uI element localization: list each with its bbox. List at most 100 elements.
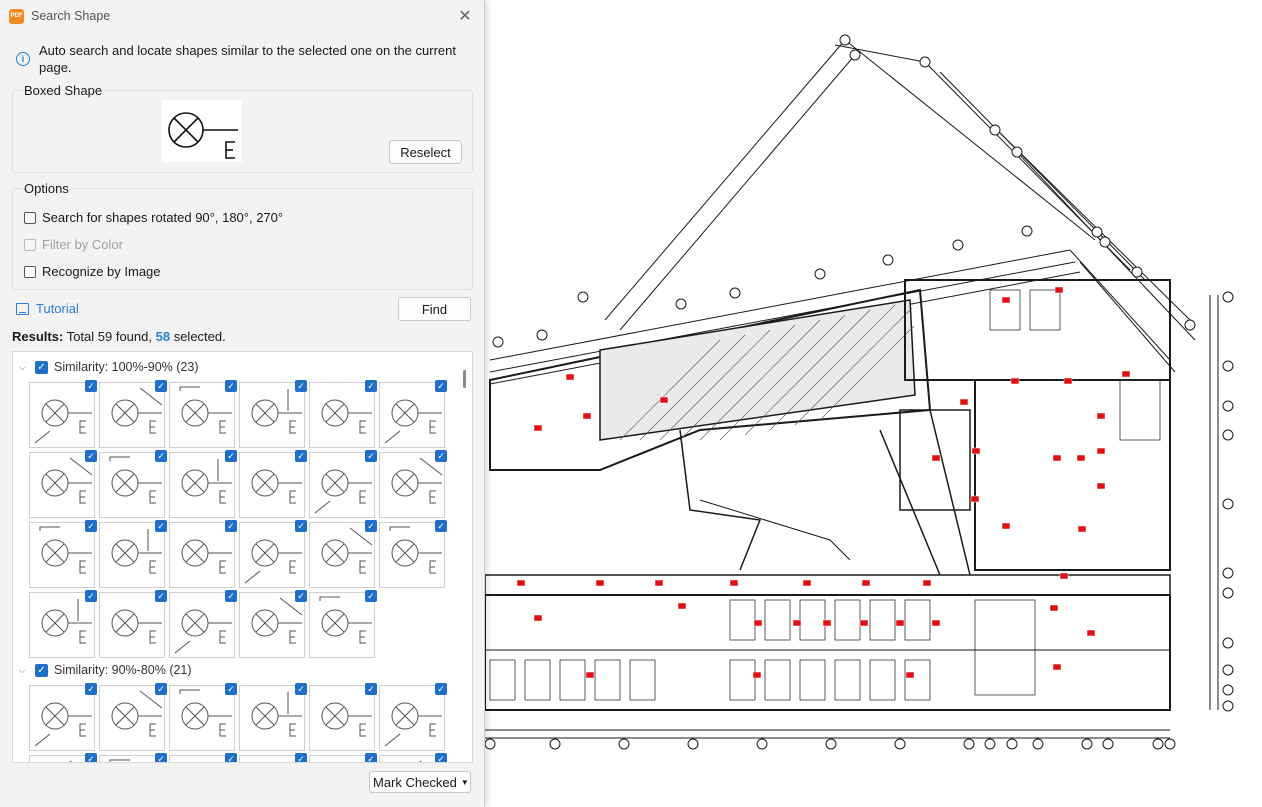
result-thumbnail[interactable]: ✓ [99, 450, 167, 518]
thumbnail-checkbox[interactable]: ✓ [365, 450, 377, 462]
thumbnail-checkbox[interactable]: ✓ [365, 590, 377, 602]
result-thumbnail[interactable]: ✓ [309, 450, 377, 518]
result-thumbnail[interactable]: ✓ [99, 380, 167, 448]
result-thumbnail[interactable]: ✓ [29, 450, 97, 518]
thumbnail-checkbox[interactable]: ✓ [155, 520, 167, 532]
thumbnail-checkbox[interactable]: ✓ [155, 380, 167, 392]
result-thumbnail[interactable]: ✓ [169, 450, 237, 518]
result-thumbnail[interactable]: ✓ [99, 520, 167, 588]
thumbnail-checkbox[interactable]: ✓ [365, 753, 377, 762]
result-thumbnail[interactable]: ✓ [99, 753, 167, 762]
thumbnail-checkbox[interactable]: ✓ [225, 753, 237, 762]
mark-checked-button[interactable]: Mark Checked ▼ [369, 771, 471, 793]
thumbnail-checkbox[interactable]: ✓ [365, 683, 377, 695]
thumbnail-checkbox[interactable]: ✓ [155, 590, 167, 602]
result-thumbnail[interactable]: ✓ [99, 683, 167, 751]
thumbnail-checkbox[interactable]: ✓ [435, 753, 447, 762]
thumbnail-checkbox[interactable]: ✓ [435, 520, 447, 532]
result-thumbnail[interactable]: ✓ [29, 753, 97, 762]
thumbnail-checkbox[interactable]: ✓ [85, 520, 97, 532]
result-thumbnail[interactable]: ✓ [309, 380, 377, 448]
result-thumbnail[interactable]: ✓ [169, 753, 237, 762]
thumbnail-checkbox[interactable]: ✓ [225, 380, 237, 392]
rotated-checkbox[interactable] [24, 211, 36, 224]
thumbnail-checkbox[interactable]: ✓ [295, 683, 307, 695]
thumbnail-checkbox[interactable]: ✓ [435, 380, 447, 392]
thumbnail-checkbox[interactable]: ✓ [155, 450, 167, 462]
result-thumbnail[interactable]: ✓ [239, 450, 307, 518]
group-header-100-90[interactable]: ⌵ ✓ Similarity: 100%-90% (23) [19, 360, 199, 374]
thumbnail-checkbox[interactable]: ✓ [225, 520, 237, 532]
thumbnail-checkbox[interactable]: ✓ [295, 753, 307, 762]
group-header-90-80[interactable]: ⌵ ✓ Similarity: 90%-80% (21) [19, 663, 192, 677]
lamp-symbol-icon [389, 526, 442, 574]
chevron-down-icon[interactable]: ⌵ [19, 665, 29, 676]
thumbnail-checkbox[interactable]: ✓ [435, 450, 447, 462]
lamp-symbol-icon [251, 469, 302, 504]
thumbnail-checkbox[interactable]: ✓ [225, 683, 237, 695]
lamp-symbol-icon [384, 399, 442, 444]
results-total: Total 59 found, [66, 329, 152, 344]
thumbnail-checkbox[interactable]: ✓ [295, 380, 307, 392]
result-thumbnail[interactable]: ✓ [309, 520, 377, 588]
result-thumbnail[interactable]: ✓ [379, 380, 447, 448]
result-thumbnail[interactable]: ✓ [309, 683, 377, 751]
thumbnail-checkbox[interactable]: ✓ [295, 590, 307, 602]
recognize-image-checkbox[interactable] [24, 265, 36, 278]
result-thumbnail[interactable]: ✓ [239, 753, 307, 762]
lamp-symbol-icon [34, 702, 92, 747]
thumbnail-checkbox[interactable]: ✓ [85, 380, 97, 392]
result-thumbnail[interactable]: ✓ [379, 753, 447, 762]
result-thumbnail[interactable]: ✓ [309, 753, 377, 762]
group-checkbox[interactable]: ✓ [35, 360, 48, 374]
thumbnail-checkbox[interactable]: ✓ [295, 520, 307, 532]
thumbnail-checkbox[interactable]: ✓ [85, 590, 97, 602]
thumbnail-checkbox[interactable]: ✓ [295, 450, 307, 462]
result-thumbnail[interactable]: ✓ [169, 520, 237, 588]
reselect-button[interactable]: Reselect [389, 140, 462, 164]
options-label: Options [22, 181, 71, 196]
find-button[interactable]: Find [398, 297, 471, 321]
title-bar: PDF Search Shape ✕ [0, 0, 484, 32]
result-thumbnail[interactable]: ✓ [239, 380, 307, 448]
result-thumbnail[interactable]: ✓ [239, 520, 307, 588]
result-thumbnail[interactable]: ✓ [29, 590, 97, 658]
close-button[interactable]: ✕ [454, 5, 476, 27]
thumbnail-checkbox[interactable]: ✓ [85, 683, 97, 695]
thumbnail-checkbox[interactable]: ✓ [225, 450, 237, 462]
result-thumbnail[interactable]: ✓ [379, 520, 447, 588]
option-recognize-image[interactable]: Recognize by Image [24, 264, 161, 279]
thumbnail-checkbox[interactable]: ✓ [435, 683, 447, 695]
result-thumbnail[interactable]: ✓ [379, 683, 447, 751]
result-thumbnail[interactable]: ✓ [169, 683, 237, 751]
result-thumbnail[interactable]: ✓ [169, 380, 237, 448]
results-scrollbar[interactable] [463, 370, 466, 388]
thumbnail-checkbox[interactable]: ✓ [85, 753, 97, 762]
lamp-symbol-icon [244, 539, 302, 584]
thumbnail-checkbox[interactable]: ✓ [155, 683, 167, 695]
lamp-symbol-icon [41, 599, 92, 644]
result-thumbnail[interactable]: ✓ [239, 590, 307, 658]
result-thumbnail[interactable]: ✓ [169, 590, 237, 658]
chevron-down-icon[interactable]: ⌵ [19, 362, 29, 373]
thumbnail-checkbox[interactable]: ✓ [365, 520, 377, 532]
group-checkbox[interactable]: ✓ [35, 663, 48, 677]
results-list[interactable]: ⌵ ✓ Similarity: 100%-90% (23) ✓ ✓ ✓ ✓ ✓ ✓ ✓ ✓ ✓ ✓… [12, 351, 473, 763]
tutorial-link[interactable]: Tutorial [16, 301, 79, 316]
result-thumbnail[interactable]: ✓ [99, 590, 167, 658]
result-thumbnail[interactable]: ✓ [239, 683, 307, 751]
options-group: Options Search for shapes rotated 90°, 1… [12, 181, 473, 290]
result-thumbnail[interactable]: ✓ [29, 683, 97, 751]
thumbnail-checkbox[interactable]: ✓ [365, 380, 377, 392]
result-thumbnail[interactable]: ✓ [29, 380, 97, 448]
lamp-symbol-icon [319, 596, 372, 644]
info-icon: i [16, 52, 30, 66]
thumbnail-checkbox[interactable]: ✓ [225, 590, 237, 602]
thumbnail-checkbox[interactable]: ✓ [155, 753, 167, 762]
result-thumbnail[interactable]: ✓ [29, 520, 97, 588]
result-thumbnail[interactable]: ✓ [309, 590, 377, 658]
option-rotated[interactable]: Search for shapes rotated 90°, 180°, 270… [24, 210, 283, 225]
thumbnail-checkbox[interactable]: ✓ [85, 450, 97, 462]
info-text: Auto search and locate shapes similar to… [39, 43, 456, 75]
result-thumbnail[interactable]: ✓ [379, 450, 447, 518]
